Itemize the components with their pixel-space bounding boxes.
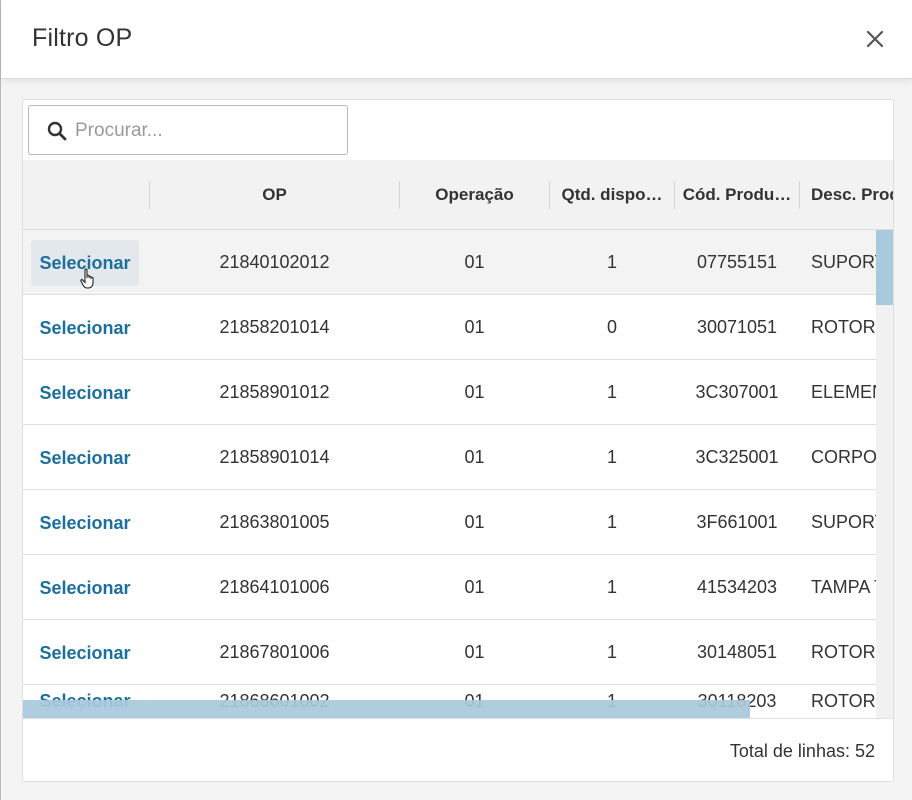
cell-op: 21840102012 — [219, 252, 330, 272]
column-header-op[interactable]: OP — [150, 160, 399, 230]
close-icon — [866, 30, 884, 48]
cell-op: 21858201014 — [219, 317, 330, 337]
grid-body: Selecionar 21840102012 01 1 07755151 SUP… — [23, 230, 893, 718]
close-button[interactable] — [861, 26, 889, 52]
cell-operacao: 01 — [464, 642, 485, 662]
dialog-header: Filtro OP — [1, 0, 912, 79]
cell-op: 21858901012 — [219, 382, 330, 402]
cell-operacao: 01 — [464, 512, 485, 532]
cell-desc: CORPO EX — [811, 447, 876, 467]
table-row[interactable]: Selecionar 21864101006 01 1 41534203 TAM… — [23, 555, 893, 620]
dialog-title: Filtro OP — [32, 24, 133, 52]
column-header-desc-produto[interactable]: Desc. Prod — [800, 160, 893, 230]
cell-qtd: 0 — [606, 317, 617, 337]
table-row[interactable]: Selecionar 21840102012 01 1 07755151 SUP… — [23, 230, 893, 295]
select-button[interactable]: Selecionar — [31, 305, 139, 351]
cell-desc: ROTOR ME — [811, 642, 876, 662]
column-header-cod-produto[interactable]: Cód. Produ… — [675, 160, 799, 230]
cell-cod: 30071051 — [696, 317, 778, 337]
search-input[interactable] — [75, 116, 335, 146]
cell-operacao: 01 — [464, 447, 485, 467]
cell-operacao: 01 — [464, 382, 485, 402]
cell-operacao: 01 — [464, 317, 485, 337]
cell-cod: 3F661001 — [696, 512, 778, 532]
column-header-operacao[interactable]: Operação — [400, 160, 549, 230]
select-button[interactable]: Selecionar — [31, 630, 139, 676]
select-button[interactable]: Selecionar — [31, 370, 139, 416]
table-row[interactable]: Selecionar 21858901012 01 1 3C307001 ELE… — [23, 360, 893, 425]
cell-op: 21858901014 — [219, 447, 330, 467]
vertical-scrollbar-thumb[interactable] — [876, 230, 893, 305]
cell-cod: 30148051 — [696, 642, 778, 662]
grid-header: OP Operação Qtd. dispo… Cód. Produ… Desc… — [23, 160, 893, 230]
search-icon — [47, 121, 67, 141]
select-button[interactable]: Selecionar — [31, 435, 139, 481]
total-rows-label: Total de linhas: 52 — [729, 741, 875, 761]
table-row[interactable]: Selecionar 21858201014 01 0 30071051 ROT… — [23, 295, 893, 360]
cell-qtd: 1 — [606, 642, 617, 662]
select-button[interactable]: Selecionar — [31, 500, 139, 546]
select-button[interactable]: Selecionar — [31, 565, 139, 611]
cell-desc: SUPORTE — [811, 512, 876, 532]
cell-operacao: 01 — [464, 252, 485, 272]
cell-qtd: 1 — [606, 512, 617, 532]
cell-desc: TAMPA TR — [811, 577, 876, 597]
column-header-qtd-disponivel[interactable]: Qtd. dispo… — [550, 160, 674, 230]
cell-qtd: 1 — [606, 447, 617, 467]
cell-desc: ROTOR M — [811, 691, 876, 711]
hand-cursor-icon — [80, 268, 94, 289]
cell-op: 21863801005 — [219, 512, 330, 532]
filter-dialog: Filtro OP OP Operação Qtd. dispo… Cód. P… — [0, 0, 912, 800]
grid-footer: Total de linhas: 52 — [23, 718, 893, 781]
search-box[interactable] — [28, 105, 348, 155]
table-row[interactable]: Selecionar 21858901014 01 1 3C325001 COR… — [23, 425, 893, 490]
table-row[interactable]: Selecionar 21867801006 01 1 30148051 ROT… — [23, 620, 893, 685]
cell-desc: SUPORTE — [811, 252, 876, 272]
cell-cod: 3C325001 — [695, 447, 779, 467]
table-row[interactable]: Selecionar 21863801005 01 1 3F661001 SUP… — [23, 490, 893, 555]
cell-cod: 3C307001 — [695, 382, 779, 402]
cell-qtd: 1 — [606, 252, 617, 272]
cell-desc: ELEMENT. — [811, 382, 876, 402]
vertical-scrollbar[interactable] — [876, 230, 893, 718]
cell-cod: 41534203 — [696, 577, 778, 597]
cell-cod: 07755151 — [696, 252, 778, 272]
horizontal-scrollbar-thumb[interactable] — [23, 700, 750, 718]
cell-qtd: 1 — [606, 382, 617, 402]
cell-op: 21864101006 — [219, 577, 330, 597]
cell-op: 21867801006 — [219, 642, 330, 662]
cell-qtd: 1 — [606, 577, 617, 597]
column-header-action[interactable] — [23, 160, 149, 230]
grid-panel: OP Operação Qtd. dispo… Cód. Produ… Desc… — [22, 99, 894, 782]
cell-operacao: 01 — [464, 577, 485, 597]
cell-desc: ROTOR ME — [811, 317, 876, 337]
